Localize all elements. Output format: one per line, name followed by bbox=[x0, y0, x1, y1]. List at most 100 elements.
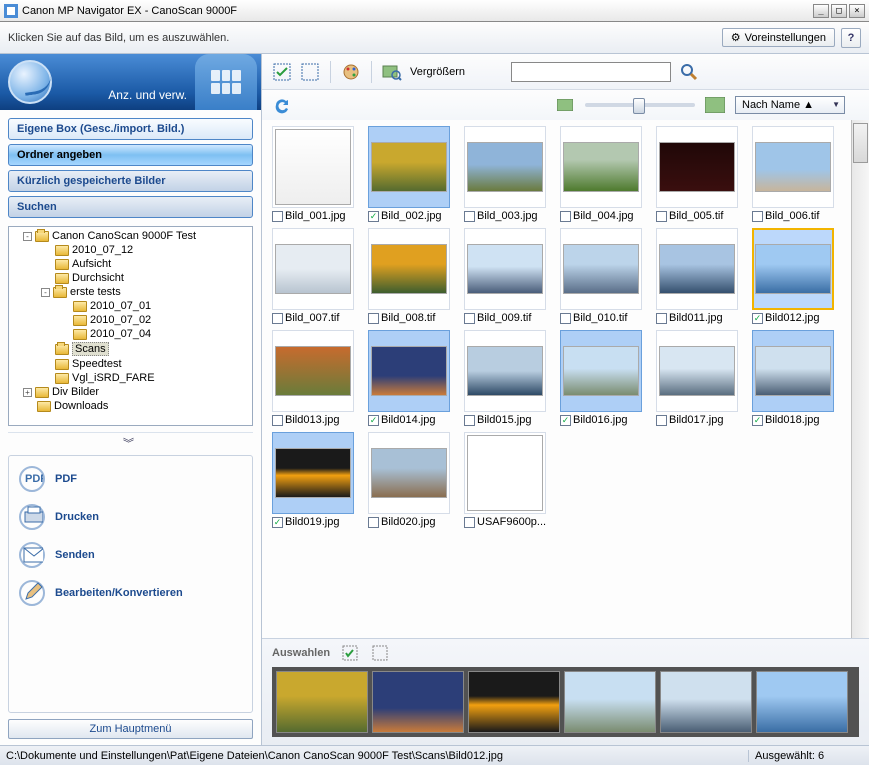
tree-item[interactable]: Vgl_iSRD_FARE bbox=[11, 371, 252, 385]
thumbnail[interactable]: USAF9600p... bbox=[464, 432, 548, 528]
maximize-button[interactable]: □ bbox=[831, 4, 847, 18]
select-all-icon[interactable] bbox=[272, 62, 292, 82]
thumbnail[interactable]: Bild017.jpg bbox=[656, 330, 740, 426]
action-pdf[interactable]: PDFPDF bbox=[11, 460, 250, 498]
tree-item[interactable]: +Div Bilder bbox=[11, 385, 252, 399]
refresh-icon[interactable] bbox=[272, 95, 292, 115]
thumb-checkbox[interactable] bbox=[560, 313, 571, 324]
minimize-button[interactable]: _ bbox=[813, 4, 829, 18]
thumb-checkbox[interactable]: ✓ bbox=[368, 415, 379, 426]
thumbnail[interactable]: Bild_009.tif bbox=[464, 228, 548, 324]
collapse-toggle[interactable]: ︾ bbox=[8, 432, 253, 453]
thumb-checkbox[interactable] bbox=[656, 415, 667, 426]
scrollbar-thumb[interactable] bbox=[853, 123, 868, 163]
action-edit[interactable]: Bearbeiten/Konvertieren bbox=[11, 574, 250, 612]
help-button[interactable]: ? bbox=[841, 28, 861, 48]
actions-panel: PDFPDFDruckenSendenBearbeiten/Konvertier… bbox=[8, 455, 253, 713]
thumb-filename: Bild_007.tif bbox=[285, 312, 339, 324]
thumbnail[interactable]: Bild_007.tif bbox=[272, 228, 356, 324]
thumb-checkbox[interactable] bbox=[464, 415, 475, 426]
action-print[interactable]: Drucken bbox=[11, 498, 250, 536]
thumbnail[interactable]: Bild011.jpg bbox=[656, 228, 740, 324]
tree-item[interactable]: 2010_07_04 bbox=[11, 327, 252, 341]
thumb-checkbox[interactable]: ✓ bbox=[272, 517, 283, 528]
thumb-checkbox[interactable] bbox=[464, 517, 475, 528]
thumb-filename: Bild019.jpg bbox=[285, 516, 339, 528]
thumbnail[interactable]: Bild020.jpg bbox=[368, 432, 452, 528]
tree-item[interactable]: Durchsicht bbox=[11, 271, 252, 285]
thumbnail[interactable]: Bild_008.tif bbox=[368, 228, 452, 324]
thumbnail[interactable]: ✓Bild018.jpg bbox=[752, 330, 836, 426]
thumbnail[interactable]: ✓Bild012.jpg bbox=[752, 228, 836, 324]
sidebar-btn-3[interactable]: Suchen bbox=[8, 196, 253, 218]
thumb-checkbox[interactable] bbox=[272, 415, 283, 426]
tree-item[interactable]: 2010_07_02 bbox=[11, 313, 252, 327]
select-none-icon[interactable] bbox=[300, 62, 320, 82]
thumb-checkbox[interactable] bbox=[656, 313, 667, 324]
strip-thumb[interactable] bbox=[372, 671, 464, 733]
strip-select-none-icon[interactable] bbox=[370, 643, 390, 663]
thumbnail[interactable]: Bild_010.tif bbox=[560, 228, 644, 324]
strip-thumb[interactable] bbox=[468, 671, 560, 733]
tree-item[interactable]: -erste tests bbox=[11, 285, 252, 299]
thumb-checkbox[interactable] bbox=[368, 313, 379, 324]
close-button[interactable]: × bbox=[849, 4, 865, 18]
palette-icon[interactable] bbox=[341, 62, 361, 82]
thumbnail[interactable]: ✓Bild019.jpg bbox=[272, 432, 356, 528]
thumb-checkbox[interactable] bbox=[560, 211, 571, 222]
search-icon[interactable] bbox=[679, 62, 699, 82]
tree-item[interactable]: Aufsicht bbox=[11, 257, 252, 271]
thumbnail[interactable]: Bild_004.jpg bbox=[560, 126, 644, 222]
thumbnail[interactable]: ✓Bild_002.jpg bbox=[368, 126, 452, 222]
thumb-checkbox[interactable]: ✓ bbox=[560, 415, 571, 426]
sort-dropdown[interactable]: Nach Name ▲ bbox=[735, 96, 845, 114]
view-mode-tab[interactable] bbox=[195, 54, 257, 110]
thumbnail[interactable]: Bild015.jpg bbox=[464, 330, 548, 426]
thumbnail[interactable]: ✓Bild014.jpg bbox=[368, 330, 452, 426]
strip-thumb[interactable] bbox=[564, 671, 656, 733]
thumb-checkbox[interactable] bbox=[656, 211, 667, 222]
thumbnail[interactable]: Bild_006.tif bbox=[752, 126, 836, 222]
edit-icon bbox=[19, 580, 45, 606]
thumb-checkbox[interactable]: ✓ bbox=[368, 211, 379, 222]
thumbnail[interactable]: Bild_001.jpg bbox=[272, 126, 356, 222]
strip-thumb[interactable] bbox=[660, 671, 752, 733]
strip-thumb[interactable] bbox=[756, 671, 848, 733]
thumb-checkbox[interactable]: ✓ bbox=[752, 313, 763, 324]
strip-thumb[interactable] bbox=[276, 671, 368, 733]
small-thumb-icon[interactable] bbox=[555, 95, 575, 115]
thumb-checkbox[interactable] bbox=[272, 313, 283, 324]
tree-item[interactable]: Speedtest bbox=[11, 357, 252, 371]
tree-item[interactable]: -Canon CanoScan 9000F Test bbox=[11, 229, 252, 243]
thumbnail[interactable]: Bild013.jpg bbox=[272, 330, 356, 426]
sidebar-btn-1[interactable]: Ordner angeben bbox=[8, 144, 253, 166]
thumb-checkbox[interactable] bbox=[752, 211, 763, 222]
thumbnail[interactable]: Bild_003.jpg bbox=[464, 126, 548, 222]
sidebar-btn-0[interactable]: Eigene Box (Gesc./import. Bild.) bbox=[8, 118, 253, 140]
thumb-filename: Bild012.jpg bbox=[765, 312, 819, 324]
thumb-checkbox[interactable] bbox=[464, 211, 475, 222]
main-menu-button[interactable]: Zum Hauptmenü bbox=[8, 719, 253, 739]
sidebar-btn-2[interactable]: Kürzlich gespeicherte Bilder bbox=[8, 170, 253, 192]
thumb-checkbox[interactable]: ✓ bbox=[752, 415, 763, 426]
thumbnail-grid: Bild_001.jpg✓Bild_002.jpgBild_003.jpgBil… bbox=[262, 120, 869, 638]
thumb-size-slider[interactable] bbox=[585, 103, 695, 107]
thumb-checkbox[interactable] bbox=[464, 313, 475, 324]
preferences-button[interactable]: ⚙ Voreinstellungen bbox=[722, 28, 835, 47]
tree-item[interactable]: Downloads bbox=[11, 399, 252, 413]
pdf-icon: PDF bbox=[19, 466, 45, 492]
tree-item[interactable]: Scans bbox=[11, 341, 252, 357]
large-thumb-icon[interactable] bbox=[705, 95, 725, 115]
thumb-filename: Bild015.jpg bbox=[477, 414, 531, 426]
tree-item[interactable]: 2010_07_12 bbox=[11, 243, 252, 257]
zoom-image-icon[interactable] bbox=[382, 62, 402, 82]
thumb-checkbox[interactable] bbox=[272, 211, 283, 222]
thumbnail[interactable]: Bild_005.tif bbox=[656, 126, 740, 222]
thumb-checkbox[interactable] bbox=[368, 517, 379, 528]
folder-tree[interactable]: -Canon CanoScan 9000F Test2010_07_12Aufs… bbox=[8, 226, 253, 426]
strip-select-all-icon[interactable] bbox=[340, 643, 360, 663]
tree-item[interactable]: 2010_07_01 bbox=[11, 299, 252, 313]
search-input[interactable] bbox=[511, 62, 671, 82]
thumbnail[interactable]: ✓Bild016.jpg bbox=[560, 330, 644, 426]
action-mail[interactable]: Senden bbox=[11, 536, 250, 574]
